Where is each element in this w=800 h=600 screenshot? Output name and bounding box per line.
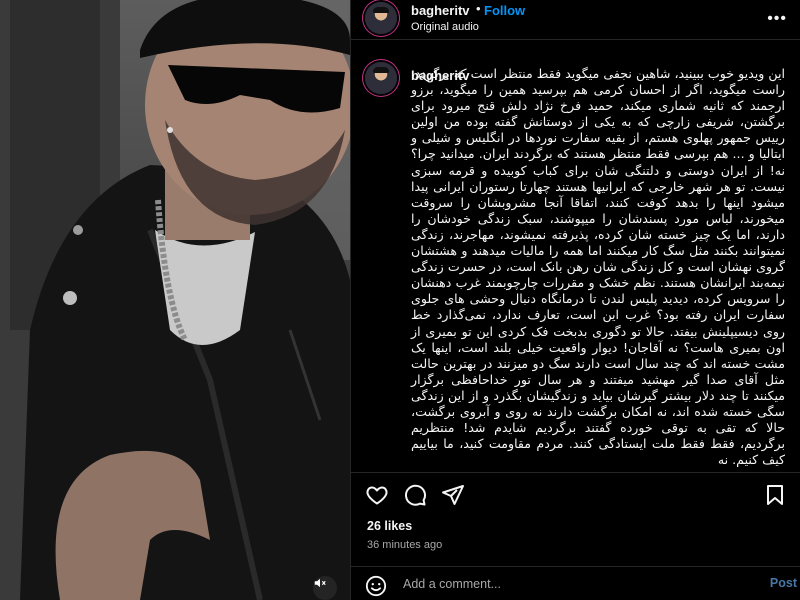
post-comment-button[interactable]: Post (770, 576, 797, 590)
caption-avatar[interactable] (365, 62, 397, 94)
header-username[interactable]: bagheritv (411, 3, 470, 18)
action-bar (351, 472, 800, 516)
video-earring (167, 127, 173, 133)
original-audio-link[interactable]: Original audio (411, 21, 479, 33)
speaker-muted-icon (314, 578, 326, 588)
avatar[interactable] (365, 2, 397, 34)
post-header: bagheritv • Follow Original audio ••• (351, 0, 800, 40)
post-timestamp[interactable]: 36 minutes ago (367, 539, 442, 551)
caption-text-block: این ویدیو خوب ببینید، شاهین نجفی میگوید … (411, 66, 785, 468)
save-button[interactable] (763, 483, 787, 512)
caption-text: این ویدیو خوب ببینید، شاهین نجفی میگوید … (411, 66, 785, 468)
video-stud (73, 225, 83, 235)
like-button[interactable] (365, 483, 389, 512)
video-frame (0, 0, 350, 600)
likes-count[interactable]: 26 likes (367, 519, 412, 533)
caption-section: این ویدیو خوب ببینید، شاهین نجفی میگوید … (351, 56, 800, 468)
more-options-icon[interactable]: ••• (767, 10, 787, 28)
mute-button[interactable] (313, 576, 337, 600)
share-button[interactable] (441, 483, 465, 512)
comment-bar: Post (351, 566, 800, 600)
caption-username[interactable]: bagheritv (411, 68, 470, 83)
video-player[interactable] (0, 0, 350, 600)
follow-button[interactable]: Follow (484, 3, 525, 18)
video-stud (63, 291, 77, 305)
emoji-icon (365, 575, 387, 597)
heart-icon (366, 486, 388, 505)
post-panel: bagheritv • Follow Original audio ••• ای… (350, 0, 800, 600)
emoji-button[interactable] (365, 575, 387, 600)
bookmark-icon (767, 485, 783, 505)
separator-dot: • (476, 1, 481, 16)
comment-input[interactable] (403, 574, 733, 594)
video-shirt (155, 230, 255, 345)
comment-button[interactable] (403, 483, 427, 512)
comment-icon (405, 484, 426, 506)
share-icon (442, 485, 464, 505)
